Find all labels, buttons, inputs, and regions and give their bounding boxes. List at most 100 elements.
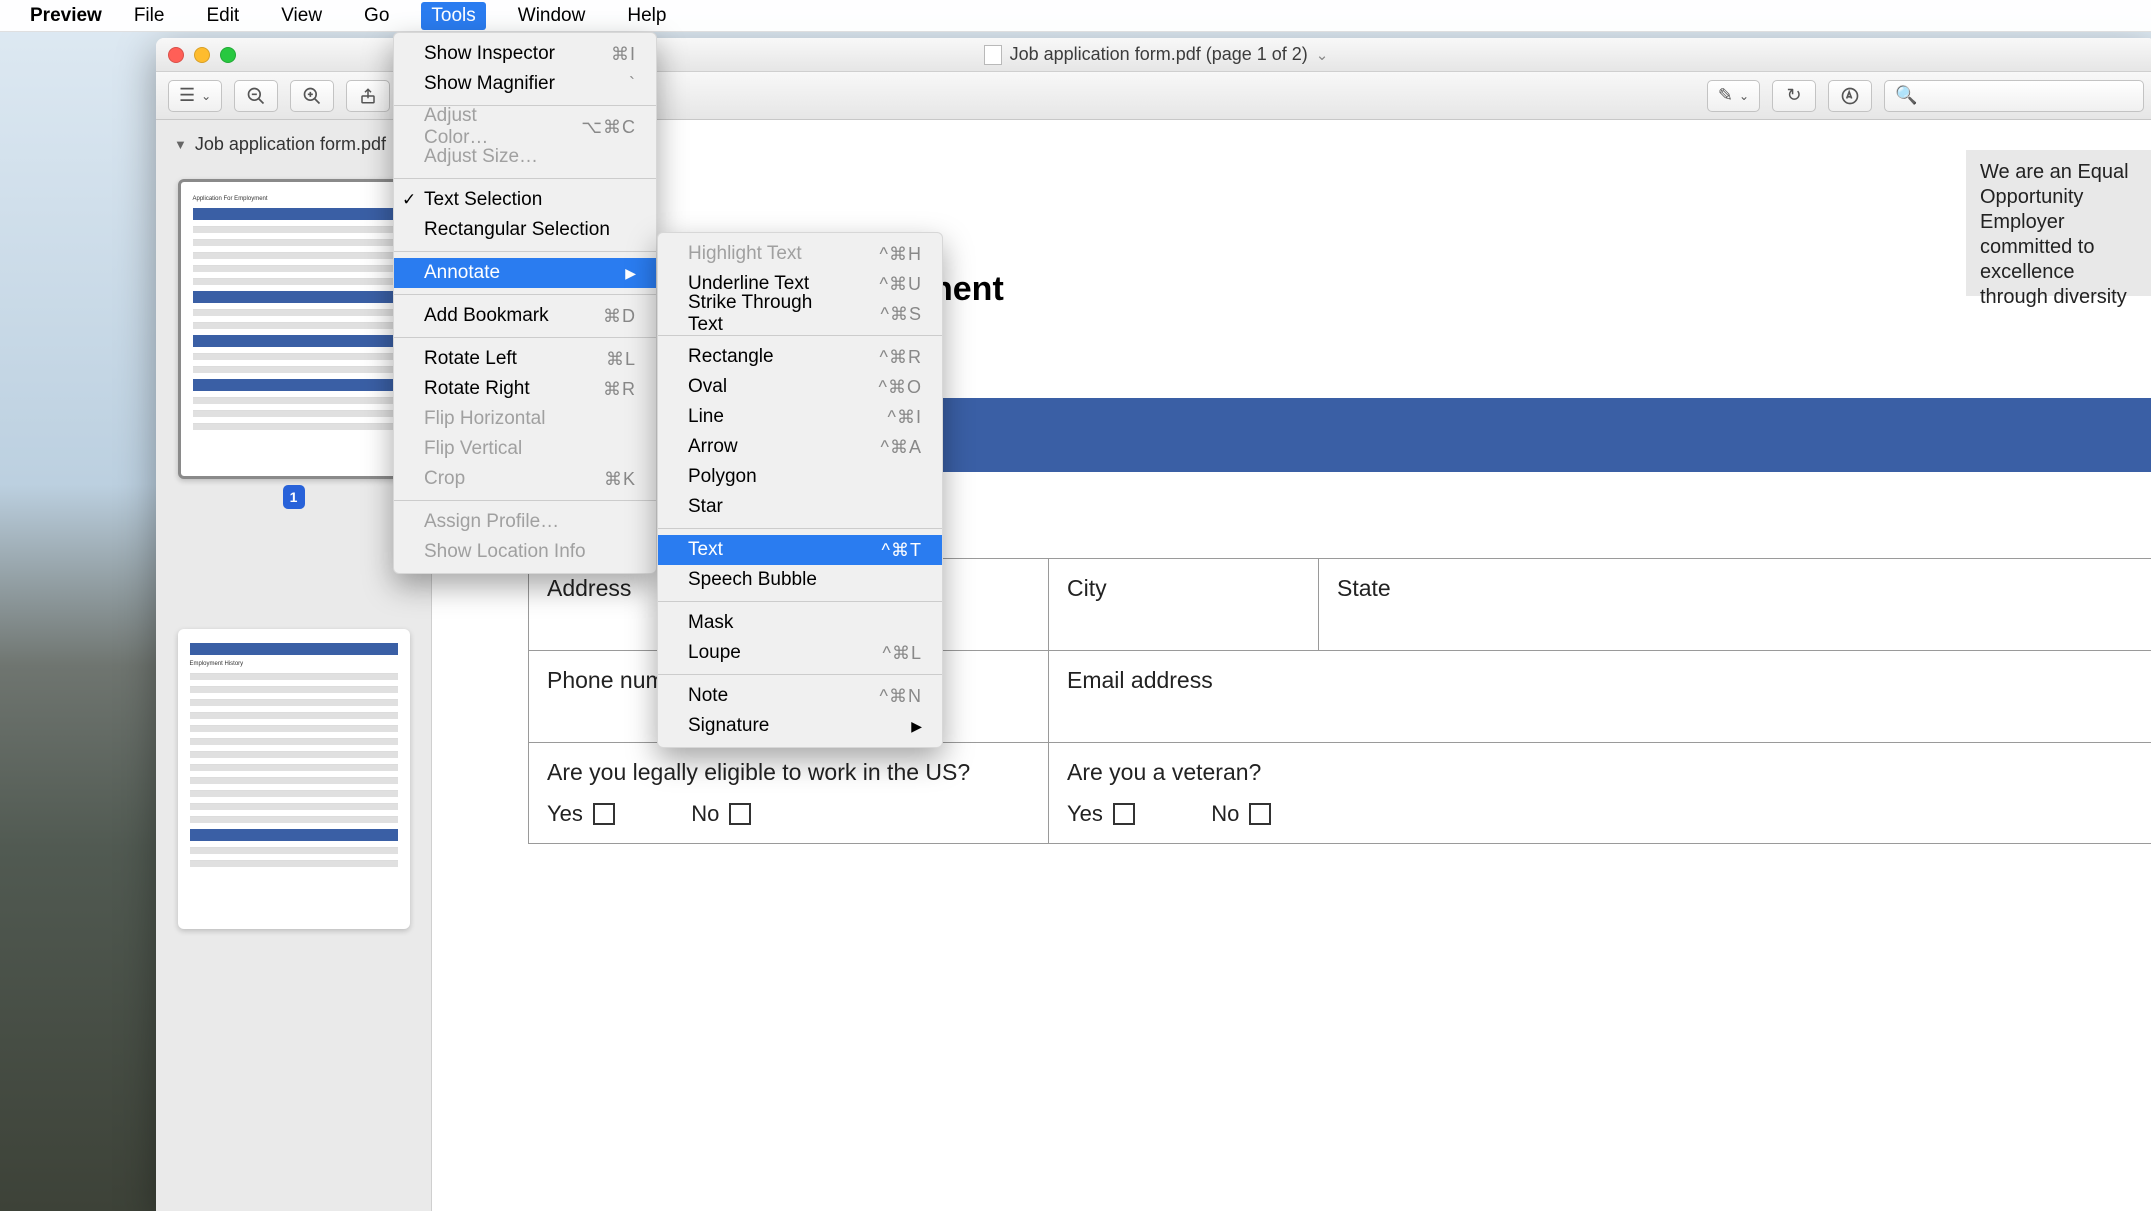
tools-item-text-selection[interactable]: ✓Text Selection <box>394 185 656 215</box>
annotate-separator <box>658 601 942 602</box>
eligible-no[interactable]: No <box>691 801 751 827</box>
menu-item-label: Loupe <box>688 642 741 664</box>
checkbox-icon <box>1113 803 1135 825</box>
submenu-arrow-icon: ▶ <box>911 718 922 735</box>
annotate-item-text[interactable]: Text^⌘T <box>658 535 942 565</box>
chevron-down-icon: ⌄ <box>201 89 211 103</box>
shortcut-label: ^⌘R <box>880 347 922 368</box>
tools-item-rotate-left[interactable]: Rotate Left ⌘L <box>394 344 656 374</box>
shortcut-label: ⌥⌘C <box>581 117 636 138</box>
veteran-yes[interactable]: Yes <box>1067 801 1135 827</box>
sidebar-document-title[interactable]: Job application form.pdf <box>164 130 423 159</box>
annotate-item-mask[interactable]: Mask <box>658 608 942 638</box>
annotate-item-speech-bubble[interactable]: Speech Bubble <box>658 565 942 595</box>
annotate-item-oval[interactable]: Oval^⌘O <box>658 372 942 402</box>
tools-item-add-bookmark[interactable]: Add Bookmark ⌘D <box>394 301 656 331</box>
search-icon: 🔍 <box>1895 85 1917 106</box>
menu-item-label: Text Selection <box>424 189 542 211</box>
cell-email-label: Email address <box>1049 651 2151 743</box>
app-name[interactable]: Preview <box>30 5 102 27</box>
annotate-separator <box>658 674 942 675</box>
tools-item-show-magnifier[interactable]: Show Magnifier` <box>394 69 656 99</box>
rotate-button[interactable]: ↻ <box>1772 80 1816 112</box>
menu-item-label: Show Inspector <box>424 43 555 65</box>
zoom-in-button[interactable] <box>290 80 334 112</box>
shortcut-label: ⌘D <box>603 306 636 327</box>
annotate-item-loupe[interactable]: Loupe ^⌘L <box>658 638 942 668</box>
annotate-item-highlight-text: Highlight Text^⌘H <box>658 239 942 269</box>
annotate-item-arrow[interactable]: Arrow^⌘A <box>658 432 942 462</box>
close-button[interactable] <box>168 47 184 63</box>
shortcut-label: ⌘I <box>611 44 636 65</box>
thumbnail-2-wrapper: Employment History <box>164 629 423 929</box>
annotate-separator <box>658 528 942 529</box>
annotate-item-strike-through-text[interactable]: Strike Through Text^⌘S <box>658 299 942 329</box>
window-title: Job application form.pdf (page 1 of 2) <box>1010 44 1308 65</box>
tools-item-rotate-right[interactable]: Rotate Right⌘R <box>394 374 656 404</box>
minimize-button[interactable] <box>194 47 210 63</box>
checkbox-icon <box>593 803 615 825</box>
eligible-question: Are you legally eligible to work in the … <box>547 759 1030 786</box>
shortcut-label: ^⌘L <box>883 643 922 664</box>
shortcut-label: ` <box>629 74 636 95</box>
shortcut-label: ⌘K <box>604 469 636 490</box>
title-chevron-icon[interactable]: ⌄ <box>1316 46 1329 64</box>
tools-item-crop: Crop⌘K <box>394 464 656 494</box>
menu-window[interactable]: Window <box>508 2 596 30</box>
menu-item-label: Speech Bubble <box>688 569 817 591</box>
menu-item-label: Flip Horizontal <box>424 408 545 430</box>
menu-item-label: Rotate Left <box>424 348 517 370</box>
menu-item-label: Add Bookmark <box>424 305 549 327</box>
menu-edit[interactable]: Edit <box>196 2 249 30</box>
tools-item-show-inspector[interactable]: Show Inspector ⌘I <box>394 39 656 69</box>
zoom-button[interactable] <box>220 47 236 63</box>
zoom-out-button[interactable] <box>234 80 278 112</box>
veteran-no[interactable]: No <box>1211 801 1271 827</box>
cell-eligible: Are you legally eligible to work in the … <box>529 743 1049 844</box>
tools-separator <box>394 500 656 501</box>
menu-item-label: Rectangular Selection <box>424 219 610 241</box>
thumbnail-page-2[interactable]: Employment History <box>178 629 410 929</box>
menu-item-label: Assign Profile… <box>424 511 559 533</box>
macos-menubar: Preview File Edit View Go Tools Window H… <box>0 0 2151 32</box>
annotate-item-line[interactable]: Line^⌘I <box>658 402 942 432</box>
menu-view[interactable]: View <box>271 2 332 30</box>
checkbox-icon <box>1249 803 1271 825</box>
shortcut-label: ⌘L <box>606 349 636 370</box>
menu-tools[interactable]: Tools <box>421 2 485 30</box>
annotate-item-star[interactable]: Star <box>658 492 942 522</box>
highlight-button[interactable]: ✎ ⌄ <box>1707 80 1760 112</box>
annotate-item-note[interactable]: Note^⌘N <box>658 681 942 711</box>
menu-item-label: Oval <box>688 376 727 398</box>
thumbnail-page-1[interactable]: Application For Employment <box>178 179 410 479</box>
shortcut-label: ^⌘A <box>881 437 922 458</box>
tools-item-flip-vertical: Flip Vertical <box>394 434 656 464</box>
sidebar-mode-button[interactable]: ☰ ⌄ <box>168 80 222 112</box>
submenu-arrow-icon: ▶ <box>625 265 636 282</box>
tools-item-assign-profile-: Assign Profile… <box>394 507 656 537</box>
tools-item-annotate[interactable]: Annotate▶ <box>394 258 656 288</box>
annotate-item-rectangle[interactable]: Rectangle^⌘R <box>658 342 942 372</box>
menu-go[interactable]: Go <box>354 2 399 30</box>
menu-item-label: Star <box>688 496 723 518</box>
menu-item-label: Flip Vertical <box>424 438 522 460</box>
tools-menu: Show Inspector⌘IShow Magnifier`Adjust Co… <box>393 32 657 574</box>
share-button[interactable] <box>346 80 390 112</box>
tools-item-adjust-size-: Adjust Size… <box>394 142 656 172</box>
sidebar-icon: ☰ <box>179 85 195 106</box>
shortcut-label: ^⌘S <box>881 304 922 325</box>
menu-item-label: Mask <box>688 612 733 634</box>
thumbnail-1-wrapper: Application For Employment 1 <box>164 179 423 509</box>
annotate-item-signature[interactable]: Signature▶ <box>658 711 942 741</box>
annotate-item-polygon[interactable]: Polygon <box>658 462 942 492</box>
menu-file[interactable]: File <box>124 2 175 30</box>
cell-veteran: Are you a veteran? Yes No <box>1049 743 2151 844</box>
tools-item-rectangular-selection[interactable]: Rectangular Selection <box>394 215 656 245</box>
equal-opportunity-box: We are an Equal Opportunity Employer com… <box>1966 150 2151 296</box>
markup-button[interactable] <box>1828 80 1872 112</box>
search-field[interactable]: 🔍 <box>1884 80 2144 112</box>
tools-item-show-location-info: Show Location Info <box>394 537 656 567</box>
eligible-yes[interactable]: Yes <box>547 801 615 827</box>
tools-separator <box>394 337 656 338</box>
menu-help[interactable]: Help <box>617 2 676 30</box>
